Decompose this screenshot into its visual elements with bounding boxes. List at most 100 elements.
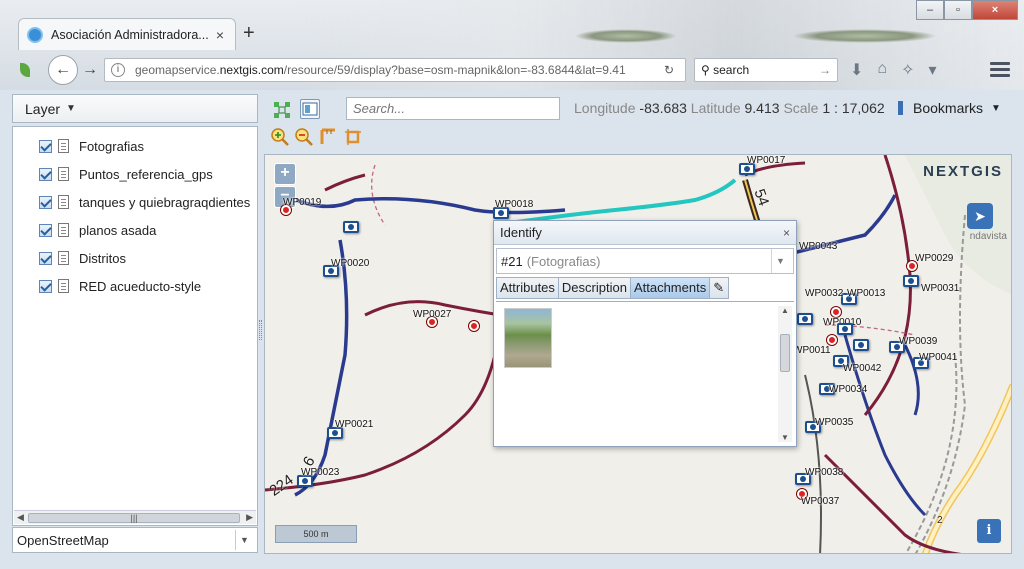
layer-panel-title: Layer <box>25 100 61 117</box>
browser-tab[interactable]: Asociación Administradora... × <box>18 18 236 50</box>
camera-marker-icon[interactable] <box>853 339 869 351</box>
waypoint-label: WP0023 <box>301 467 340 478</box>
layer-item[interactable]: Fotografias <box>13 132 257 160</box>
coordinate-readout: Longitude -83.683 Latitude 9.413 Scale 1… <box>574 100 885 116</box>
panel-splitter[interactable] <box>259 320 262 340</box>
extension-icon[interactable]: ✧ <box>901 60 914 80</box>
chevron-down-icon[interactable]: ▼ <box>66 103 76 114</box>
scale-bar: 500 m <box>275 525 357 543</box>
scale-label: Scale <box>783 100 819 116</box>
layer-toggle-icon[interactable] <box>300 99 320 119</box>
browser-search-text: search <box>713 63 750 77</box>
latitude-label: Latitude <box>690 100 741 116</box>
zoom-in-tool-icon[interactable] <box>270 127 290 147</box>
feature-select[interactable]: #21 (Fotografias) ▼ <box>496 248 794 274</box>
gps-point-marker[interactable] <box>831 307 841 317</box>
chevron-down-icon[interactable]: ▼ <box>235 530 253 550</box>
bookmarks-label: Bookmarks <box>913 100 984 116</box>
close-window-button[interactable]: × <box>972 0 1018 20</box>
reload-icon[interactable]: ↻ <box>659 63 679 77</box>
layer-checkbox[interactable] <box>39 195 52 209</box>
bookmark-icon <box>898 101 903 115</box>
gps-point-marker[interactable] <box>469 321 479 331</box>
waypoint-label: WP0034 <box>829 384 868 395</box>
measure-distance-icon[interactable] <box>319 127 339 147</box>
camera-marker-icon[interactable] <box>343 221 359 233</box>
new-tab-button[interactable]: + <box>243 22 255 45</box>
forward-button[interactable]: → <box>78 58 102 82</box>
scroll-right-icon[interactable]: ▶ <box>246 512 253 523</box>
overflow-chevron-icon[interactable]: ▾ <box>928 60 936 80</box>
url-text[interactable]: geomapservice.nextgis.com/resource/59/di… <box>135 63 659 77</box>
layer-item[interactable]: RED acueducto-style <box>13 272 257 300</box>
camera-marker-icon[interactable] <box>903 275 919 287</box>
share-icon[interactable]: ➤ <box>967 203 993 229</box>
tab-close-button[interactable]: × <box>213 27 227 43</box>
edit-feature-icon[interactable]: ✎ <box>709 277 730 299</box>
site-info-icon[interactable]: i <box>111 63 125 77</box>
scale-value: 1 : 17,062 <box>822 100 885 116</box>
camera-marker-icon[interactable] <box>797 313 813 325</box>
download-icon[interactable]: ⬇ <box>850 60 863 80</box>
back-button[interactable]: ← <box>48 55 78 85</box>
scroll-down-icon[interactable]: ▼ <box>778 433 792 442</box>
scrollbar-thumb[interactable]: ||| <box>28 512 240 523</box>
maximize-button[interactable]: ▫ <box>944 0 972 20</box>
zoom-in-button[interactable]: + <box>274 163 296 185</box>
layer-label: RED acueducto-style <box>79 278 202 294</box>
waypoint-label: WP0019 <box>283 197 322 208</box>
tab-description[interactable]: Description <box>557 277 631 299</box>
waypoint-label: WP0029 <box>915 253 954 264</box>
layer-label: Distritos <box>79 250 126 266</box>
layer-panel-header[interactable]: Layer ▼ <box>12 94 258 123</box>
info-button[interactable]: i <box>977 519 1001 543</box>
map-search-input[interactable] <box>346 97 560 120</box>
vertical-scrollbar[interactable]: ▲ ▼ <box>778 306 792 442</box>
chevron-down-icon[interactable]: ▼ <box>771 249 789 273</box>
tab-attachments[interactable]: Attachments <box>629 277 711 299</box>
layer-item[interactable]: planos asada <box>13 216 257 244</box>
layer-checkbox[interactable] <box>39 251 52 265</box>
waypoint-label: WP0020 <box>331 258 370 269</box>
waypoint-label: WP0027 <box>413 309 452 320</box>
layer-document-icon <box>58 195 69 209</box>
measure-area-icon[interactable] <box>343 127 363 147</box>
scroll-left-icon[interactable]: ◀ <box>17 512 24 523</box>
attachment-thumbnail[interactable] <box>504 308 552 368</box>
waypoint-label: WP0032 <box>805 288 844 299</box>
attachments-panel: ▲ ▼ <box>496 301 794 443</box>
hamburger-menu-icon[interactable] <box>990 59 1010 80</box>
scroll-up-icon[interactable]: ▲ <box>778 306 792 315</box>
identify-title: Identify <box>500 225 542 240</box>
zoom-out-tool-icon[interactable] <box>294 127 314 147</box>
gps-point-marker[interactable] <box>827 335 837 345</box>
address-bar[interactable]: i geomapservice.nextgis.com/resource/59/… <box>104 58 686 82</box>
horizontal-scrollbar[interactable]: ◀ ||| ▶ <box>14 510 256 524</box>
waypoint-label: WP0038 <box>805 467 844 478</box>
latitude-value: 9.413 <box>744 100 780 116</box>
basemap-select[interactable]: OpenStreetMap ▼ <box>12 527 258 553</box>
search-go-icon[interactable]: → <box>819 63 831 77</box>
minimize-button[interactable]: – <box>916 0 944 20</box>
waypoint-label: WP0013 <box>847 288 886 299</box>
layer-item[interactable]: Distritos <box>13 244 257 272</box>
waypoint-label: WP0035 <box>815 417 854 428</box>
layer-checkbox[interactable] <box>39 167 52 181</box>
basemap-value: OpenStreetMap <box>17 532 109 548</box>
longitude-value: -83.683 <box>639 100 687 116</box>
identify-close-button[interactable]: × <box>783 226 790 240</box>
layer-item[interactable]: tanques y quiebragraqdientes <box>13 188 257 216</box>
layer-checkbox[interactable] <box>39 139 52 153</box>
camera-marker-icon[interactable] <box>837 323 853 335</box>
layer-item[interactable]: Puntos_referencia_gps <box>13 160 257 188</box>
bookmarks-menu[interactable]: Bookmarks ▼ <box>898 100 1001 116</box>
browser-search-field[interactable]: ⚲ search → <box>694 58 838 82</box>
layer-checkbox[interactable] <box>39 279 52 293</box>
waypoint-label: WP0041 <box>919 352 958 363</box>
extent-icon[interactable] <box>272 100 292 120</box>
layer-checkbox[interactable] <box>39 223 52 237</box>
waypoint-label: WP0043 <box>799 241 838 252</box>
scrollbar-thumb[interactable] <box>780 334 790 372</box>
tab-attributes[interactable]: Attributes <box>496 277 559 299</box>
home-icon[interactable]: ⌂ <box>877 60 887 80</box>
